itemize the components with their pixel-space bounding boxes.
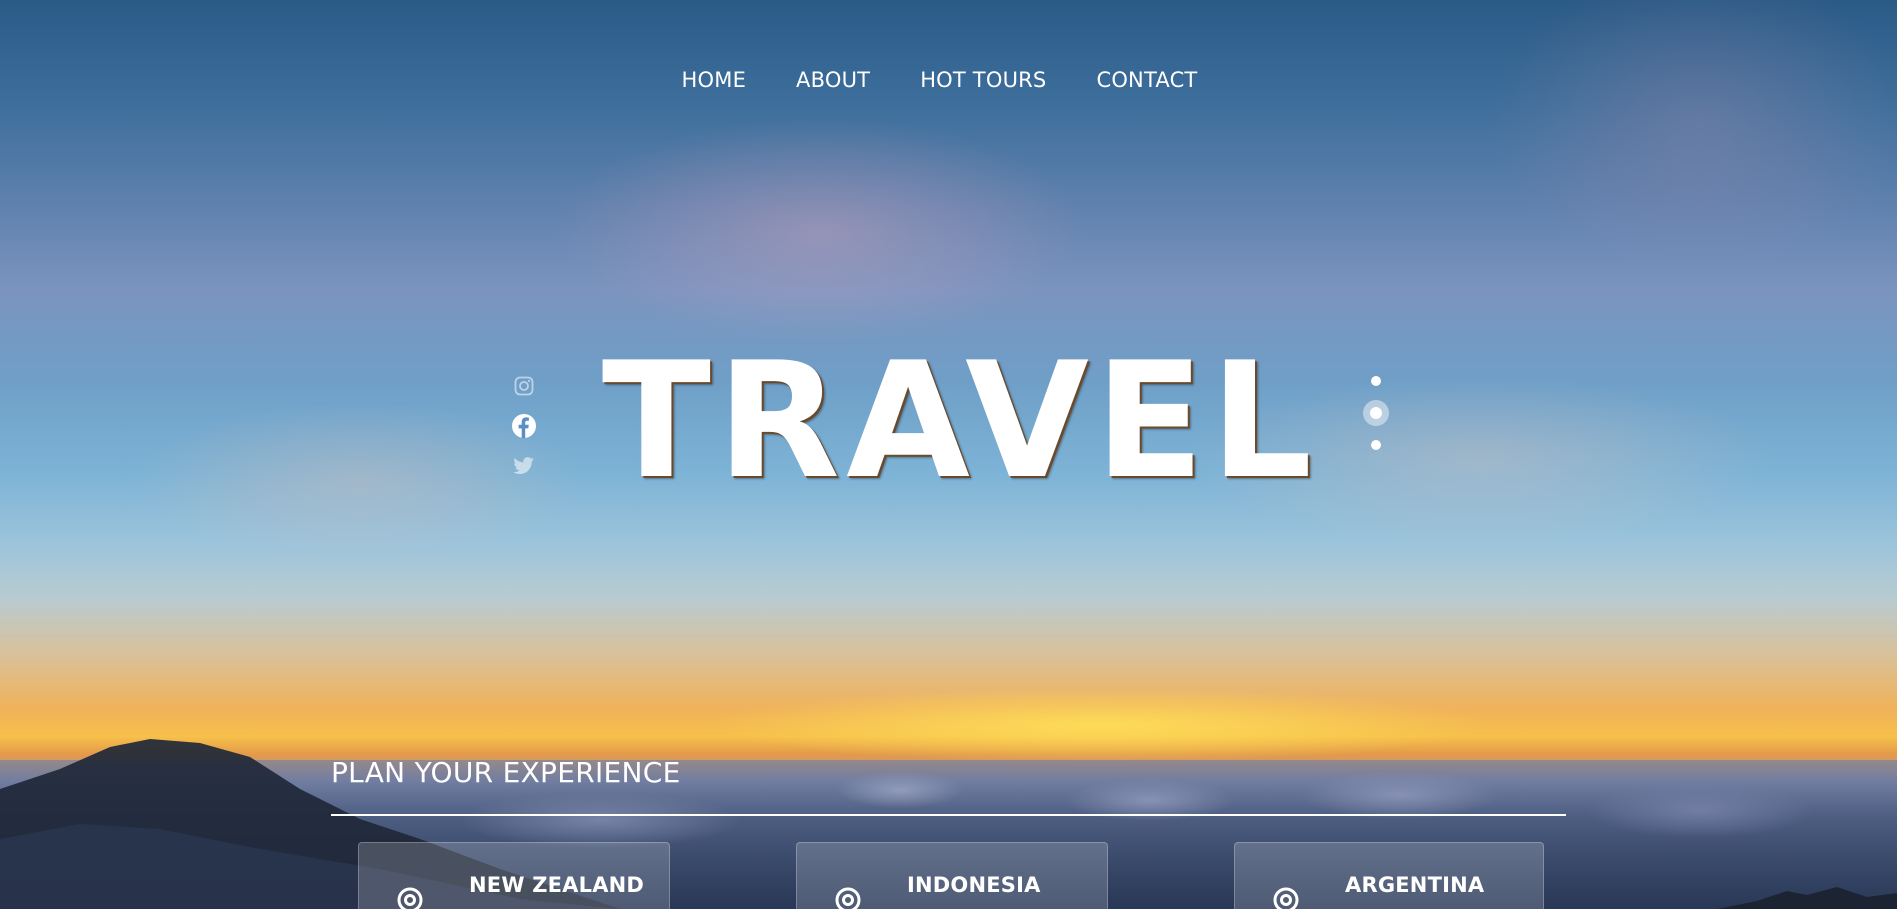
slider-dots — [1362, 376, 1390, 450]
destination-name: NEW ZEALAND — [469, 873, 645, 897]
slider-dot-2-active[interactable] — [1370, 407, 1382, 419]
nav-item-about[interactable]: ABOUT — [796, 68, 870, 92]
social-links — [511, 373, 537, 479]
nav-item-home[interactable]: HOME — [682, 68, 747, 92]
twitter-icon[interactable] — [511, 453, 537, 479]
plan-divider — [331, 814, 1566, 816]
plan-heading: PLAN YOUR EXPERIENCE — [331, 756, 681, 789]
location-target-icon — [835, 887, 861, 909]
destination-name: INDONESIA — [907, 873, 1041, 897]
main-nav: HOME ABOUT HOT TOURS CONTACT — [0, 68, 1897, 92]
destination-card-argentina[interactable]: ARGENTINA — [1234, 842, 1544, 909]
mountain-silhouette-right — [1717, 887, 1897, 909]
slider-dot-1[interactable] — [1371, 376, 1381, 386]
destination-name: ARGENTINA — [1345, 873, 1485, 897]
destination-card-indonesia[interactable]: INDONESIA — [796, 842, 1108, 909]
slider-dot-3[interactable] — [1371, 440, 1381, 450]
facebook-icon[interactable] — [511, 413, 537, 439]
location-target-icon — [1273, 887, 1299, 909]
instagram-icon[interactable] — [511, 373, 537, 399]
destination-card-new-zealand[interactable]: NEW ZEALAND — [358, 842, 670, 909]
location-target-icon — [397, 887, 423, 909]
hero-title: TRAVEL — [601, 327, 1319, 514]
page: HOME ABOUT HOT TOURS CONTACT TRAVEL PLAN… — [0, 0, 1897, 909]
nav-list: HOME ABOUT HOT TOURS CONTACT — [682, 68, 1198, 92]
nav-item-hot-tours[interactable]: HOT TOURS — [920, 68, 1046, 92]
nav-item-contact[interactable]: CONTACT — [1096, 68, 1197, 92]
destination-cards: NEW ZEALAND INDONESIA ARGENTINA — [358, 842, 1544, 909]
